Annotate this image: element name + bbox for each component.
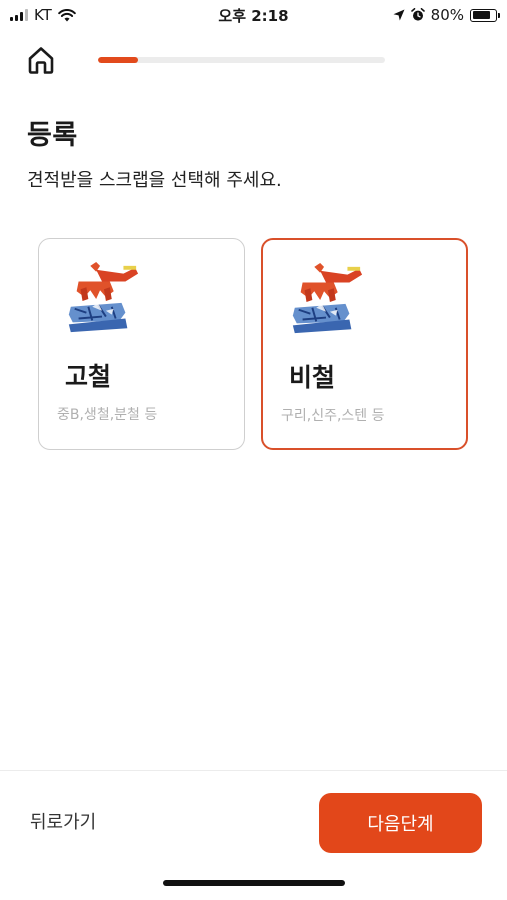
battery-fill <box>472 11 491 19</box>
footer-divider <box>0 770 507 771</box>
battery-percent: 80% <box>430 6 464 24</box>
scrap-crane-icon <box>292 262 363 334</box>
carrier-label: KT <box>34 6 52 24</box>
status-right: 80% <box>393 6 500 24</box>
alarm-icon <box>410 8 425 21</box>
page-subtitle: 견적받을 스크랩을 선택해 주세요. <box>27 170 282 191</box>
back-button[interactable]: 뒤로가기 <box>30 808 96 834</box>
next-step-button[interactable]: 다음단계 <box>319 793 482 853</box>
option-description: 구리,신주,스텐 등 <box>281 408 385 424</box>
option-title: 고철 <box>65 362 112 391</box>
status-left: KT <box>10 6 76 24</box>
option-title: 비철 <box>289 363 336 392</box>
option-card-bicheol[interactable]: 비철 구리,신주,스텐 등 <box>261 238 468 450</box>
home-button[interactable] <box>26 44 56 76</box>
screen: KT 오후 2:18 80% 등록 견적받을 스크랩을 선택해 주세요. 고철 … <box>0 0 507 900</box>
status-bar: KT 오후 2:18 80% <box>0 0 507 32</box>
location-arrow-icon <box>393 9 405 21</box>
battery-icon <box>470 8 500 22</box>
option-description: 중B,생철,분철 등 <box>57 407 158 423</box>
signal-icon <box>10 9 28 21</box>
home-indicator <box>163 880 345 886</box>
option-card-gocheol[interactable]: 고철 중B,생철,분철 등 <box>38 238 245 450</box>
progress-bar <box>98 57 385 63</box>
scrap-crane-icon <box>68 261 139 333</box>
progress-fill <box>98 57 139 63</box>
home-icon <box>28 47 54 74</box>
wifi-icon <box>58 8 76 21</box>
page-title: 등록 <box>27 120 78 151</box>
